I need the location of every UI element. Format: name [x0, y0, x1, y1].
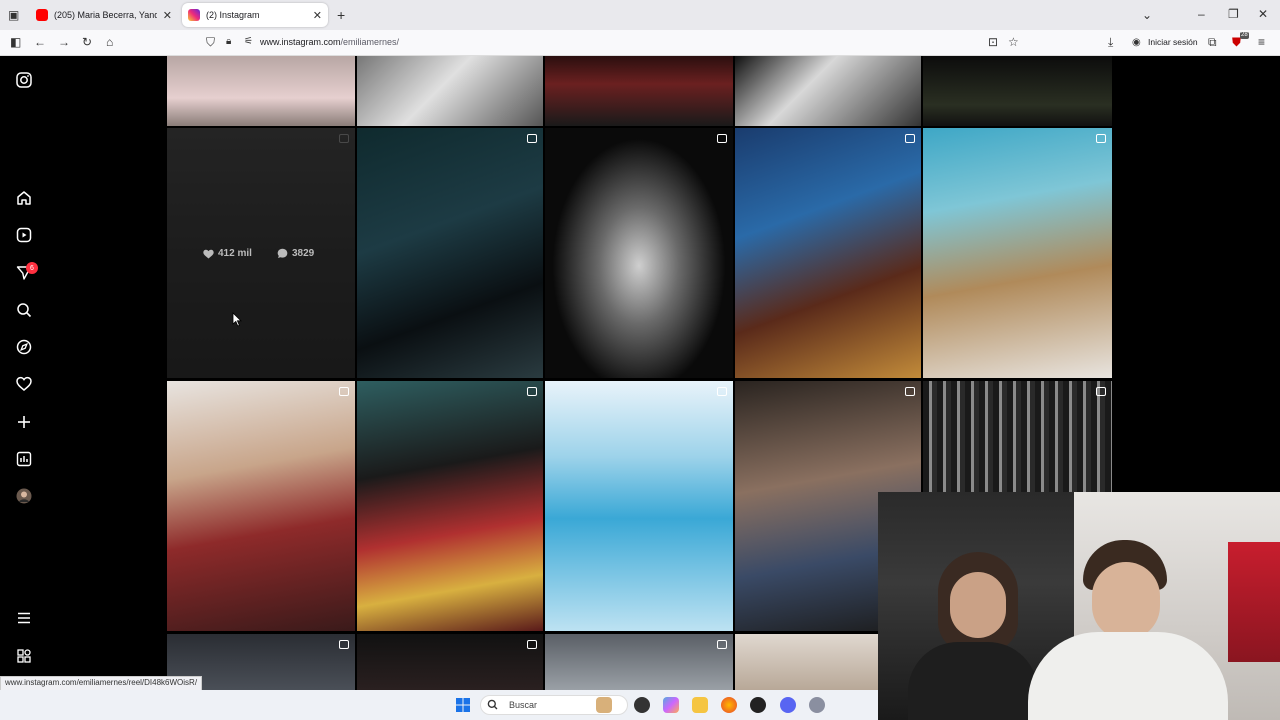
webcam-scarf	[1228, 542, 1280, 662]
post-tile[interactable]	[923, 56, 1112, 126]
post-tile[interactable]	[923, 381, 1112, 493]
reel-icon	[717, 640, 727, 649]
webcam-person2-body	[1028, 632, 1228, 720]
post-tile[interactable]	[357, 381, 543, 631]
copilot-icon[interactable]	[663, 697, 679, 713]
reel-icon	[1096, 134, 1106, 143]
comments-count: 3829	[292, 248, 315, 259]
comment-icon	[277, 248, 288, 258]
reel-icon	[527, 134, 537, 143]
post-tile[interactable]	[545, 56, 733, 126]
reel-icon	[717, 387, 727, 396]
g-app-icon[interactable]	[634, 697, 650, 713]
heart-icon	[203, 249, 214, 258]
post-tile[interactable]	[735, 634, 878, 690]
post-tile[interactable]	[735, 128, 921, 378]
firefox-icon[interactable]	[721, 697, 737, 713]
obs-icon[interactable]	[750, 697, 766, 713]
likes-stat: 412 mil	[203, 248, 252, 259]
post-tile[interactable]	[357, 56, 543, 126]
start-button-icon[interactable]	[455, 697, 471, 713]
likes-count: 412 mil	[218, 248, 252, 259]
post-tile[interactable]	[167, 381, 355, 631]
reel-icon	[527, 387, 537, 396]
file-explorer-icon[interactable]	[692, 697, 708, 713]
comments-stat: 3829	[277, 248, 314, 259]
post-tile[interactable]	[545, 381, 733, 631]
reel-icon	[905, 387, 915, 396]
settings-gear-icon[interactable]	[809, 697, 825, 713]
post-tile[interactable]	[545, 634, 733, 690]
discord-icon[interactable]	[780, 697, 796, 713]
post-tile[interactable]	[923, 128, 1112, 378]
webcam-overlay	[878, 492, 1280, 720]
post-tile[interactable]	[545, 128, 733, 378]
mouse-cursor-icon	[232, 312, 242, 327]
post-tile[interactable]	[167, 56, 355, 126]
post-tile[interactable]	[357, 634, 543, 690]
post-tile[interactable]	[357, 128, 543, 378]
reel-icon	[1096, 387, 1106, 396]
reel-icon	[339, 640, 349, 649]
reel-icon	[717, 134, 727, 143]
link-status-bar: www.instagram.com/emiliamernes/reel/DI48…	[0, 676, 203, 691]
taskbar-search-icon	[487, 699, 498, 710]
post-tile[interactable]	[735, 56, 921, 126]
post-hover-overlay[interactable]	[167, 128, 355, 378]
search-highlight-icon	[596, 697, 612, 713]
webcam-person-face	[950, 572, 1006, 638]
windows-taskbar	[0, 690, 878, 720]
webcam-person2-face	[1092, 562, 1160, 640]
reel-icon	[527, 640, 537, 649]
taskbar-search-label: Buscar	[509, 700, 538, 710]
reel-icon	[339, 387, 349, 396]
webcam-person-body	[908, 642, 1038, 720]
reel-icon	[905, 134, 915, 143]
